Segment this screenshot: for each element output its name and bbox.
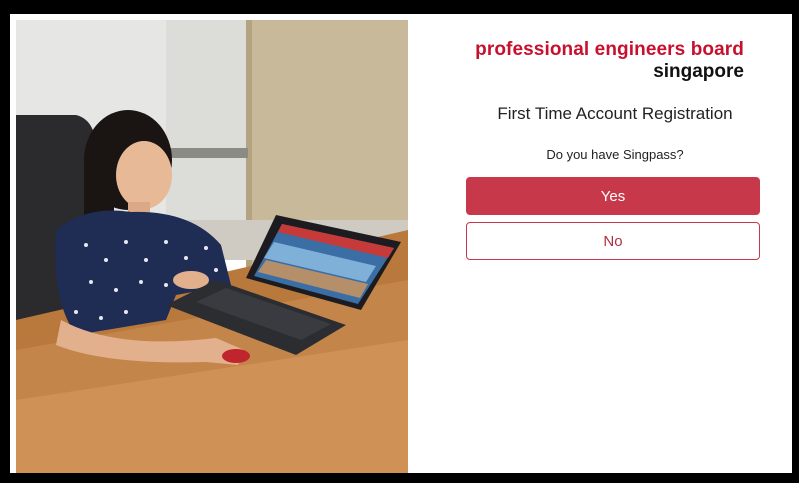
no-button[interactable]: No [466,222,760,260]
yes-button[interactable]: Yes [466,177,760,215]
brand-name: professional engineers board [475,39,744,60]
no-button-label: No [603,232,623,250]
hero-photo [16,20,408,473]
brand-location: singapore [653,61,744,82]
yes-button-label: Yes [600,187,626,205]
registration-panel: professional engineers board singapore F… [410,14,792,473]
page-title: First Time Account Registration [497,104,733,123]
page: professional engineers board singapore F… [10,14,792,473]
singpass-question: Do you have Singpass? [546,147,684,162]
screen-frame: professional engineers board singapore F… [6,10,796,477]
